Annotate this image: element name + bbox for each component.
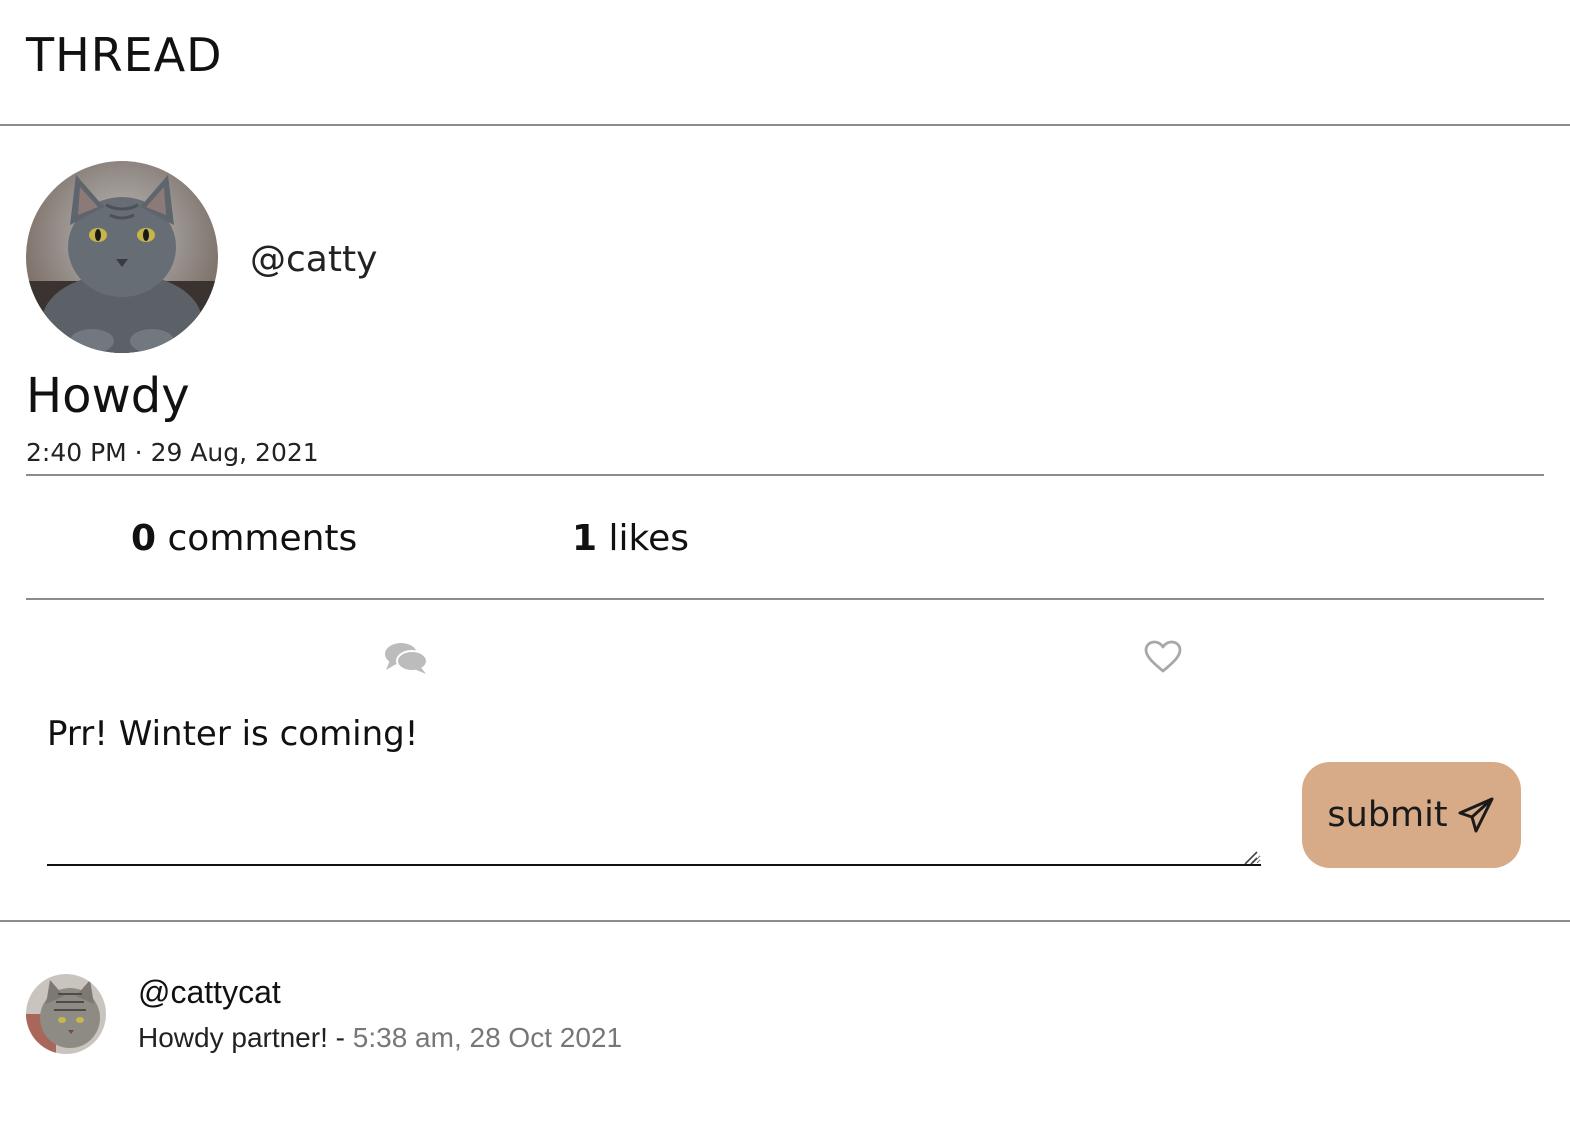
- submit-label: submit: [1327, 795, 1448, 835]
- resize-handle-icon[interactable]: [1243, 850, 1259, 870]
- comment-author[interactable]: @cattycat: [138, 974, 281, 1011]
- comment-body: Howdy partner! - 5:38 am, 28 Oct 2021: [138, 1022, 622, 1054]
- cat-avatar-image: [26, 161, 218, 353]
- avatar[interactable]: [26, 974, 106, 1054]
- thread-post: @catty Howdy 2:40 PM · 29 Aug, 2021 0 co…: [0, 126, 1570, 700]
- list-item: @cattycat Howdy partner! - 5:38 am, 28 O…: [0, 922, 1570, 1082]
- comments-count-stat[interactable]: 0 comments: [131, 518, 357, 559]
- page-header: THREAD: [0, 0, 1570, 126]
- heart-outline-icon[interactable]: [1144, 640, 1182, 678]
- comment-text: Howdy partner!: [138, 1022, 328, 1053]
- page-title: THREAD: [26, 28, 223, 82]
- reply-form: submit: [0, 700, 1570, 922]
- likes-count-stat[interactable]: 1 likes: [572, 518, 689, 559]
- submit-button[interactable]: submit: [1302, 762, 1521, 868]
- post-stats: 0 comments 1 likes: [26, 476, 1544, 600]
- avatar[interactable]: [26, 161, 218, 353]
- post-author-handle[interactable]: @catty: [250, 239, 377, 280]
- reply-textarea[interactable]: [47, 700, 1261, 866]
- paper-plane-icon: [1458, 797, 1494, 833]
- comments-count: 0: [131, 518, 157, 559]
- comments-label: comments: [156, 518, 358, 559]
- post-author-row: @catty: [26, 160, 1544, 354]
- tabby-cat-avatar-image: [26, 974, 106, 1054]
- post-actions: [26, 600, 1544, 700]
- comment-list: @cattycat Howdy partner! - 5:38 am, 28 O…: [0, 922, 1570, 1082]
- likes-count: 1: [572, 518, 598, 559]
- comment-time: 5:38 am, 28 Oct 2021: [352, 1022, 623, 1053]
- thread-page: THREAD @catty Howdy 2:40 PM · 29 Aug, 20…: [0, 0, 1570, 1130]
- likes-label: likes: [597, 518, 689, 559]
- post-timestamp: 2:40 PM · 29 Aug, 2021: [26, 438, 1544, 476]
- comments-icon[interactable]: [384, 640, 428, 680]
- post-title: Howdy: [26, 368, 190, 424]
- comment-separator: -: [327, 1022, 353, 1053]
